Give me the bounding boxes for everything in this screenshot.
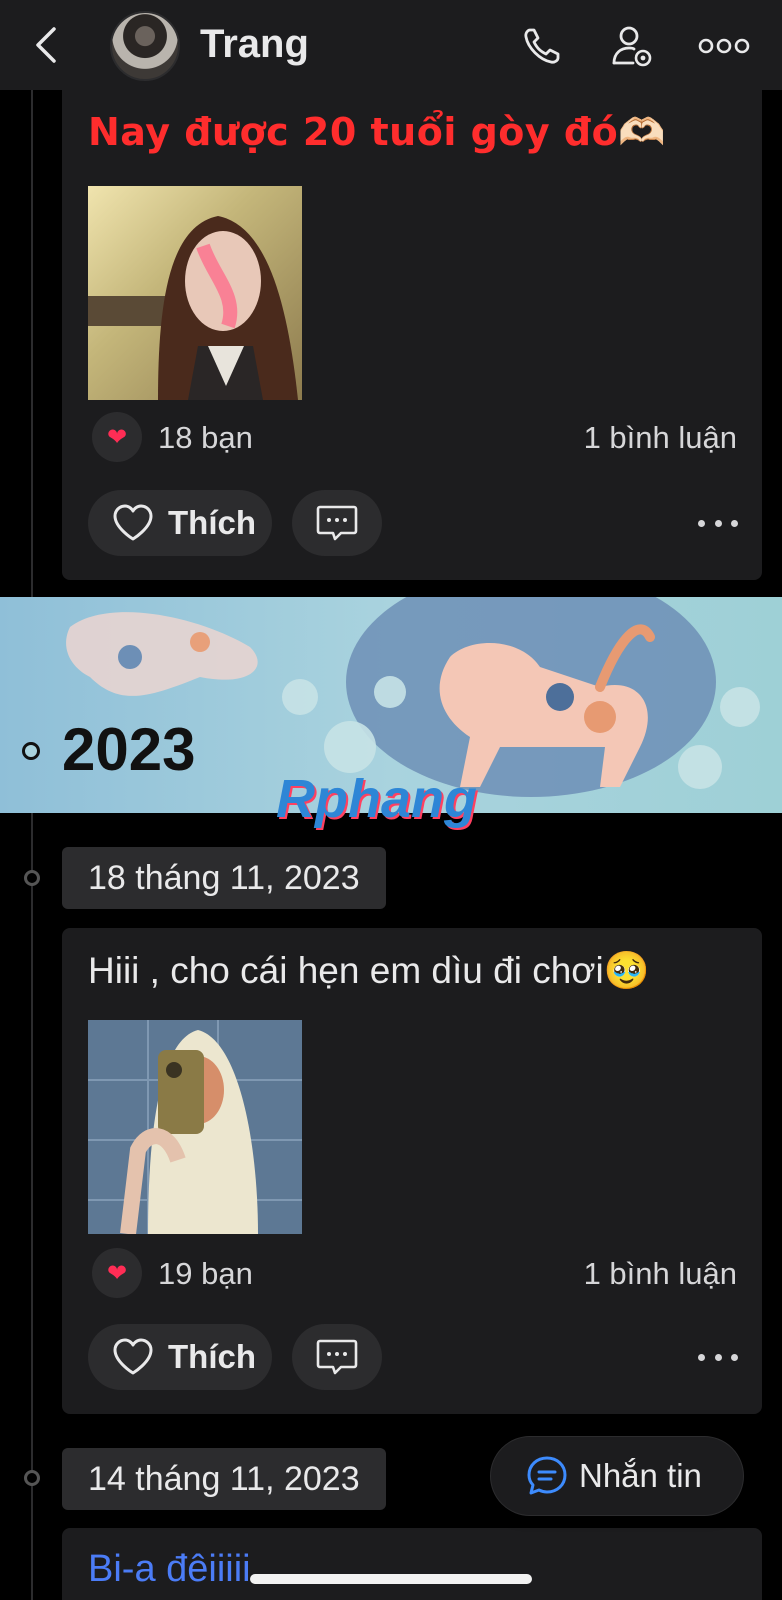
date-label: 14 tháng 11, 2023: [62, 1448, 386, 1510]
comment-icon: [316, 1339, 358, 1375]
comment-count[interactable]: 1 bình luận: [584, 1256, 737, 1292]
post-status-text: Nay được 20 tuổi gòy đó🫶🏻: [88, 110, 667, 154]
date-marker: [24, 1470, 40, 1486]
chat-header: Trang: [0, 0, 782, 90]
back-button[interactable]: [30, 24, 62, 66]
like-label: Thích: [168, 1338, 256, 1375]
year-label: 2023: [62, 716, 196, 783]
post-status-text: Bi-a đêiiiii: [88, 1548, 251, 1590]
message-button-label: Nhắn tin: [579, 1457, 702, 1494]
comment-button[interactable]: [292, 490, 382, 556]
user-settings-icon: [612, 26, 652, 67]
post-more-button[interactable]: [698, 1342, 738, 1372]
date-marker: [24, 870, 40, 886]
heart-reaction-icon[interactable]: ❤: [92, 1248, 142, 1298]
reaction-count[interactable]: 18 bạn: [158, 420, 253, 456]
profile-settings-button[interactable]: [608, 22, 656, 70]
year-marker: [22, 742, 40, 760]
watermark-logo: Rphang: [276, 769, 477, 829]
more-options-button[interactable]: [696, 22, 752, 70]
comment-icon: [316, 505, 358, 541]
post-card[interactable]: Nay được 20 tuổi gòy đó🫶🏻 ❤ 18 bạn 1 bìn…: [62, 80, 762, 580]
post-photo[interactable]: [88, 1020, 302, 1234]
more-icon: [698, 38, 750, 54]
like-button[interactable]: Thích: [88, 1324, 272, 1390]
post-card[interactable]: Hiii , cho cái hẹn em dìu đi chơi🥹 ❤ 19 …: [62, 928, 762, 1414]
like-button[interactable]: Thích: [88, 490, 272, 556]
call-button[interactable]: [518, 22, 566, 70]
photo-content: [88, 1020, 302, 1234]
like-label: Thích: [168, 504, 256, 541]
reaction-count[interactable]: 19 bạn: [158, 1256, 253, 1292]
heart-outline-icon: [113, 504, 153, 541]
heart-outline-icon: [113, 1338, 153, 1375]
heart-reaction-icon[interactable]: ❤: [92, 412, 142, 462]
post-photo[interactable]: [88, 186, 302, 400]
post-actions: Thích: [88, 490, 738, 556]
chevron-left-icon: [36, 27, 56, 63]
reactions-row: ❤ 19 bạn 1 bình luận: [92, 1248, 737, 1298]
post-status-text: Hiii , cho cái hẹn em dìu đi chơi🥹: [88, 950, 650, 991]
comment-button[interactable]: [292, 1324, 382, 1390]
post-actions: Thích: [88, 1324, 738, 1390]
phone-icon: [524, 28, 560, 64]
comment-count[interactable]: 1 bình luận: [584, 420, 737, 456]
chat-bubble-icon: [527, 1456, 567, 1495]
timeline-line: [31, 90, 33, 1600]
date-label: 18 tháng 11, 2023: [62, 847, 386, 909]
home-indicator[interactable]: [250, 1574, 532, 1584]
profile-name[interactable]: Trang: [200, 22, 309, 67]
photo-content: [88, 216, 298, 400]
post-card[interactable]: Bi-a đêiiiii: [62, 1528, 762, 1600]
message-button[interactable]: Nhắn tin: [490, 1436, 744, 1516]
post-more-button[interactable]: [698, 508, 738, 538]
reactions-row: ❤ 18 bạn 1 bình luận: [92, 412, 737, 462]
avatar[interactable]: [110, 11, 180, 81]
